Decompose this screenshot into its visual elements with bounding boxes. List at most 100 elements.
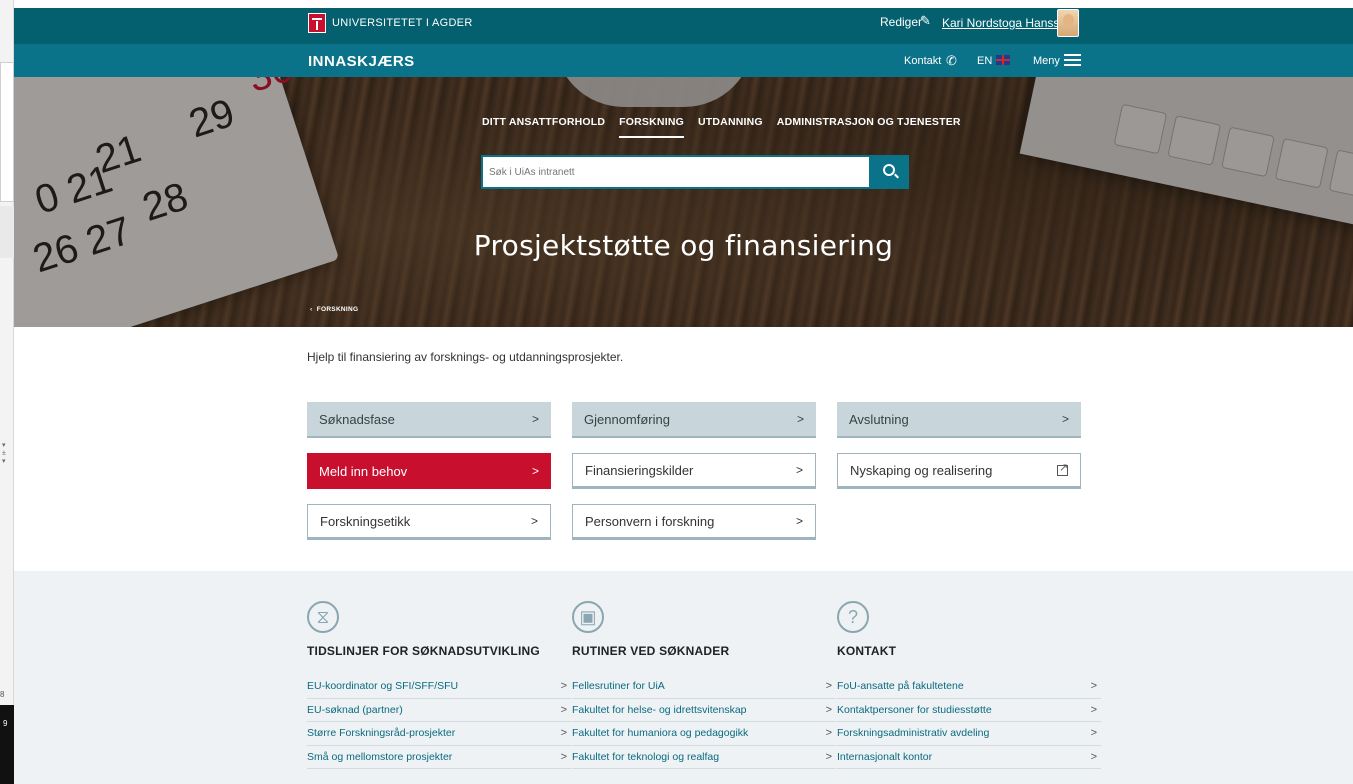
chevron-right-icon: > [1061,412,1069,426]
chevron-right-icon: > [1090,703,1097,716]
uk-flag-icon[interactable] [996,55,1010,65]
list-item[interactable]: EU-koordinator og SFI/SFF/SFU > [307,675,571,699]
link-label[interactable]: Fakultet for humaniora og pedagogikk [572,727,748,739]
soknadsfase-button[interactable]: Søknadsfase > [307,402,551,438]
list-item[interactable]: Internasjonalt kontor > [837,746,1101,769]
link-label[interactable]: FoU-ansatte på fakultetene [837,680,964,692]
gjennomforing-button[interactable]: Gjennomføring > [572,402,816,438]
site-title[interactable]: INNASKJÆRS [308,53,415,70]
chevron-right-icon: > [560,703,567,716]
university-bar: UNIVERSITETET I AGDER Rediger ✎ Kari Nor… [14,0,1353,44]
search-icon [883,164,895,176]
link-label[interactable]: Fakultet for teknologi og realfag [572,751,719,763]
chevron-right-icon: > [531,412,539,426]
button-label: Søknadsfase [319,411,395,427]
language-link[interactable]: EN [977,55,992,67]
chevron-right-icon: > [795,514,803,528]
button-label: Finansieringskilder [585,462,694,478]
question-icon: ? [837,601,869,633]
button-label: Meld inn behov [319,463,408,479]
hamburger-menu-icon[interactable] [1064,54,1081,66]
chevron-right-icon: > [825,680,832,693]
nav-item-forskning[interactable]: FORSKNING [619,116,684,138]
chevron-right-icon: > [1090,680,1097,693]
button-label: Nyskaping og realisering [850,462,993,478]
forskningsetikk-button[interactable]: Forskningsetikk > [307,504,551,540]
nav-item-ansattforhold[interactable]: DITT ANSATTFORHOLD [482,116,605,138]
main-navigation: DITT ANSATTFORHOLD FORSKNING UTDANNING A… [482,116,975,138]
gutter-mark: 8 [0,690,5,699]
search-button[interactable] [871,155,909,189]
button-label: Avslutning [849,411,909,427]
finansieringskilder-button[interactable]: Finansieringskilder > [572,453,816,489]
university-name[interactable]: UNIVERSITETET I AGDER [332,17,473,29]
gutter-dark-mark: 9 [3,719,8,728]
list-item[interactable]: FoU-ansatte på fakultetene > [837,675,1101,699]
chevron-right-icon: > [825,727,832,740]
button-label: Forskningsetikk [320,513,411,529]
link-label[interactable]: Internasjonalt kontor [837,751,932,763]
menu-label[interactable]: Meny [1033,55,1060,67]
breadcrumb-label[interactable]: FORSKNING [317,306,359,313]
hero-overlay [14,77,1353,327]
meld-inn-behov-button[interactable]: Meld inn behov > [307,453,551,489]
chevron-right-icon: > [530,514,538,528]
nav-item-utdanning[interactable]: UTDANNING [698,116,763,138]
avslutning-button[interactable]: Avslutning > [837,402,1081,438]
pencil-icon[interactable]: ✎ [920,13,934,28]
edit-link[interactable]: Rediger [880,15,922,29]
hero-banner: 0 21 21 29 26 27 28 30 DITT ANSATTFORHOL… [14,77,1353,327]
chevron-right-icon: > [825,750,832,763]
briefcase-icon: ▣ [572,601,604,633]
timeline-icon: ⧖ [307,601,339,633]
chevron-right-icon: > [795,463,803,477]
link-label[interactable]: Små og mellomstore prosjekter [307,751,452,763]
personvern-button[interactable]: Personvern i forskning > [572,504,816,540]
chevron-right-icon: > [560,680,567,693]
list-item[interactable]: Kontaktpersoner for studiesstøtte > [837,699,1101,722]
link-label[interactable]: EU-søknad (partner) [307,704,403,716]
phone-icon[interactable]: ✆ [946,53,957,69]
uia-logo-icon[interactable] [308,13,326,33]
link-label[interactable]: Kontaktpersoner for studiesstøtte [837,704,992,716]
gutter-arrows-icon[interactable]: ▾ ± ▾ [2,442,6,466]
gutter-panel [0,62,14,202]
nav-item-administrasjon[interactable]: ADMINISTRASJON OG TJENESTER [777,116,961,138]
chevron-right-icon: > [796,412,804,426]
list-item[interactable]: Fakultet for humaniora og pedagogikk > [572,722,836,746]
link-list: Fellesrutiner for UiA > Fakultet for hels… [572,675,836,769]
list-item[interactable]: Fellesrutiner for UiA > [572,675,836,699]
intro-text: Hjelp til finansiering av forsknings- og… [307,350,624,364]
list-item[interactable]: Fakultet for teknologi og realfag > [572,746,836,769]
user-profile-link[interactable]: Kari Nordstoga Hanssen [942,16,1073,30]
page-title: Prosjektstøtte og finansiering [473,229,894,262]
link-label[interactable]: EU-koordinator og SFI/SFF/SFU [307,680,458,692]
chevron-right-icon: > [825,703,832,716]
avatar[interactable] [1057,9,1079,37]
nyskaping-button[interactable]: Nyskaping og realisering [837,453,1081,489]
button-label: Gjennomføring [584,411,670,427]
university-bar-bg [14,0,1353,44]
breadcrumb[interactable]: ‹ FORSKNING [310,306,358,313]
list-item[interactable]: Forskningsadministrativ avdeling > [837,722,1101,746]
site-bar: INNASKJÆRS Kontakt ✆ EN Meny [14,44,1353,77]
browser-gutter: ▾ ± ▾ 8 9 [0,0,14,784]
link-label[interactable]: Forskningsadministrativ avdeling [837,727,989,739]
link-label[interactable]: Fellesrutiner for UiA [572,680,665,692]
gutter-dark-panel: 9 [0,705,14,784]
list-item[interactable]: Større Forskningsråd-prosjekter > [307,722,571,746]
link-list: FoU-ansatte på fakultetene > Kontaktperso… [837,675,1101,769]
list-item[interactable]: Fakultet for helse- og idrettsvitenskap > [572,699,836,722]
list-item[interactable]: EU-søknad (partner) > [307,699,571,722]
contact-link[interactable]: Kontakt [904,55,941,67]
search-box [481,155,871,189]
chevron-right-icon: > [1090,727,1097,740]
search-input[interactable] [483,157,863,187]
column-title: TIDSLINJER FOR SØKNADSUTVIKLING [307,644,540,658]
link-list: EU-koordinator og SFI/SFF/SFU > EU-søknad… [307,675,571,769]
related-links-section: ⧖ TIDSLINJER FOR SØKNADSUTVIKLING EU-koo… [14,571,1353,784]
column-title: KONTAKT [837,644,897,658]
link-label[interactable]: Fakultet for helse- og idrettsvitenskap [572,704,747,716]
link-label[interactable]: Større Forskningsråd-prosjekter [307,727,455,739]
list-item[interactable]: Små og mellomstore prosjekter > [307,746,571,769]
